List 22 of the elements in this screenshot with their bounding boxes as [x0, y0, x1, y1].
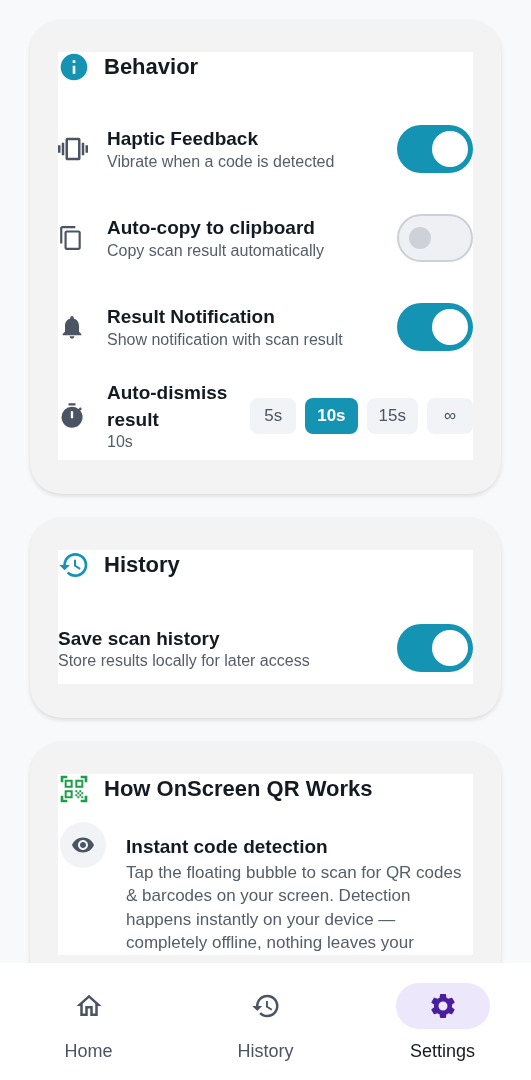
setting-description: Vibrate when a code is detected	[107, 152, 336, 171]
nav-tab[interactable]: History	[205, 983, 326, 1062]
section-title: Behavior	[104, 54, 199, 80]
setting-title: Auto-copy to clipboard	[107, 216, 316, 241]
feature-description: Tap the floating bubble to scan for QR codes & barcodes on your screen. Detection happens instantly on your device — completely offline, nothing leaves your	[126, 861, 463, 955]
setting-value: 10s	[107, 433, 134, 452]
setting-description: Copy scan result automatically	[107, 241, 325, 260]
duration-option[interactable]: ∞	[427, 397, 473, 434]
setting-title: Save scan history	[58, 626, 221, 651]
feature-title: Instant code detection	[126, 835, 329, 859]
section-title: History	[104, 552, 180, 578]
nav-tab[interactable]: Settings	[382, 983, 503, 1062]
setting-title: Auto-dismiss result	[107, 380, 229, 432]
setting-description: Show notification with scan result	[107, 330, 344, 349]
duration-option[interactable]: 10s	[305, 397, 358, 434]
nav-tab[interactable]: Home	[28, 983, 149, 1062]
setting-title: Haptic Feedback	[107, 127, 259, 152]
setting-title: Result Notification	[107, 305, 276, 330]
setting-description: Store results locally for later access	[58, 652, 311, 671]
duration-option[interactable]: 15s	[366, 397, 418, 434]
section-title: How OnScreen QR Works	[104, 776, 373, 802]
duration-option[interactable]: 5s	[250, 397, 297, 434]
